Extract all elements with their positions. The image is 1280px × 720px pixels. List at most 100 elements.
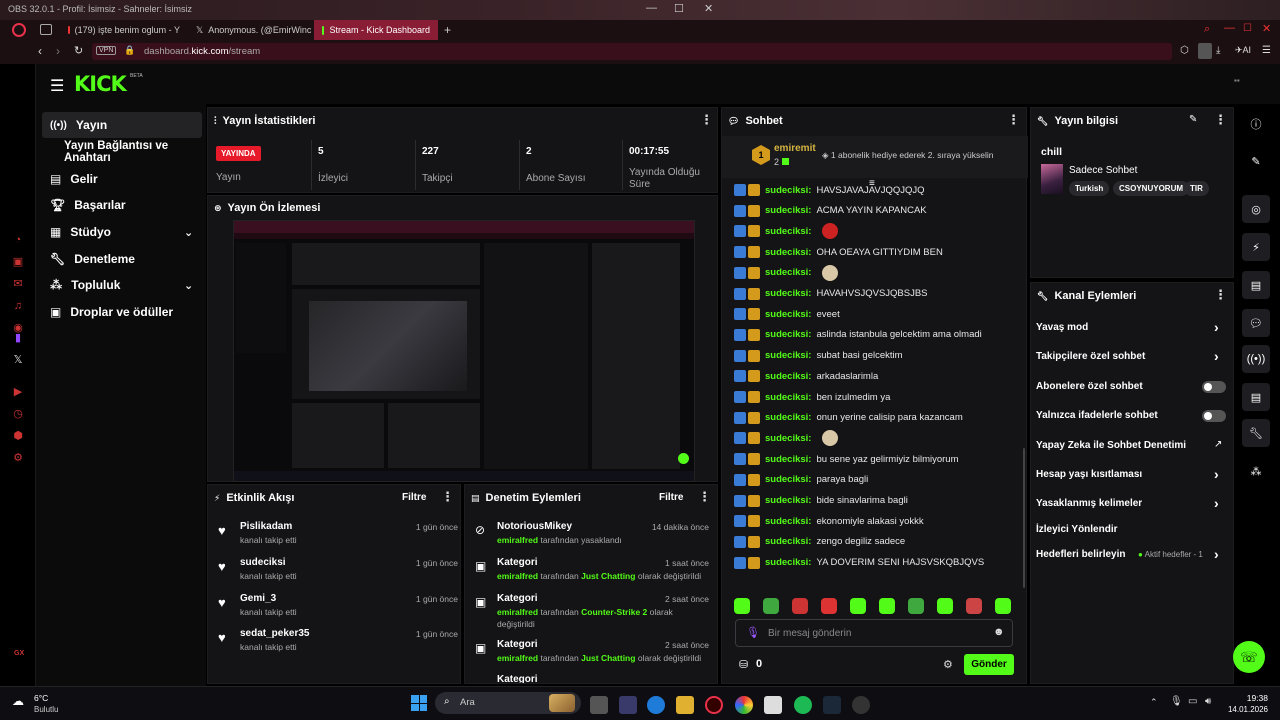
minimize-icon[interactable]: — — [1224, 22, 1235, 34]
app-icon[interactable] — [619, 696, 637, 714]
document-icon[interactable]: ▤ — [1242, 271, 1270, 299]
emote-icon[interactable] — [821, 598, 837, 614]
spotify-icon[interactable] — [794, 696, 812, 714]
camera-icon[interactable]: ◎ — [1242, 195, 1270, 223]
clock-date[interactable]: 14.01.2026 — [1222, 705, 1268, 714]
music-icon[interactable]: ♫ — [10, 298, 26, 314]
nav-item-denetleme[interactable]: 🔧︎ Denetleme — [42, 246, 202, 272]
reload-icon[interactable]: ↻ — [74, 44, 83, 57]
emote-icon[interactable] — [792, 598, 808, 614]
chat-username[interactable]: sudeciksi: — [765, 454, 811, 465]
messenger-icon[interactable]: ✉ — [10, 276, 26, 292]
activity-filter-button[interactable]: Filtre — [402, 492, 426, 503]
emote-icon[interactable] — [763, 598, 779, 614]
history-icon[interactable]: ◷ — [10, 406, 26, 422]
nav-item-gelir[interactable]: ▤ Gelir — [42, 166, 202, 192]
player-icon[interactable]: ▶ — [10, 384, 26, 400]
toggle-switch[interactable] — [1202, 410, 1226, 422]
stats-menu-icon[interactable]: ⋮ — [700, 112, 713, 128]
channel-action-row[interactable]: İzleyici Yönlendir — [1036, 523, 1226, 539]
chat-username[interactable]: sudeciksi: — [765, 226, 811, 237]
chat-username[interactable]: sudeciksi: — [765, 536, 811, 547]
settings-icon[interactable]: ⚙ — [10, 450, 26, 466]
chat-username[interactable]: sudeciksi: — [765, 371, 811, 382]
weather-icon[interactable]: ☁ — [12, 694, 24, 708]
channel-action-row[interactable]: Hedefleri belirleyin › ● Aktif hedefler - … — [1036, 546, 1226, 564]
close-icon[interactable]: ✕ — [1262, 22, 1271, 35]
task-view-icon[interactable] — [590, 696, 608, 714]
send-button[interactable]: Gönder — [964, 654, 1014, 675]
weather-temp[interactable]: 6°C — [34, 693, 48, 703]
chevron-up-icon[interactable]: ⌃ — [1150, 697, 1158, 708]
chat-username[interactable]: sudeciksi: — [765, 392, 811, 403]
chat-input[interactable]: 🎙︎ Bir mesaj gönderin ☻ — [735, 619, 1013, 647]
edit-icon[interactable]: ✎ — [1242, 147, 1270, 175]
gx-corner-icon[interactable]: ▣ — [10, 254, 26, 270]
channel-actions-menu-icon[interactable]: ⋮ — [1214, 287, 1227, 303]
emote-icon[interactable] — [937, 598, 953, 614]
chat-username[interactable]: sudeciksi: — [765, 474, 811, 485]
search-tabs-icon[interactable]: ⌕ — [1204, 23, 1210, 36]
close-icon[interactable]: ✕ — [704, 2, 713, 15]
chat-username[interactable]: sudeciksi: — [765, 288, 811, 299]
bolt-icon[interactable]: ⚡︎ — [1242, 233, 1270, 261]
maximize-icon[interactable]: ☐ — [674, 2, 684, 15]
chat-username[interactable]: sudeciksi: — [765, 309, 811, 320]
moderation-menu-icon[interactable]: ⋮ — [698, 489, 711, 505]
chat-settings-icon[interactable]: ⚙ — [943, 658, 953, 671]
channel-action-row[interactable]: Yasaklanmış kelimeler › — [1036, 495, 1226, 513]
network-icon[interactable]: ▭ — [1188, 696, 1197, 707]
download-icon[interactable]: ⤓ — [1216, 45, 1220, 56]
tab-youtube[interactable]: (179) işte benim oglum - Y — [60, 20, 188, 40]
channel-action-row[interactable]: Yalnızca ifadelerle sohbet — [1036, 409, 1226, 425]
chat-username[interactable]: sudeciksi: — [765, 433, 811, 444]
nav-item-stream-key[interactable]: Yayın Bağlantısı ve Anahtarı — [42, 139, 202, 165]
nav-item-droplar[interactable]: ▣ Droplar ve ödüller — [42, 299, 202, 325]
chat-username[interactable]: sudeciksi: — [765, 267, 811, 278]
edge-icon[interactable] — [647, 696, 665, 714]
emote-icon[interactable] — [850, 598, 866, 614]
file-explorer-icon[interactable] — [676, 696, 694, 714]
chat-username[interactable]: sudeciksi: — [765, 247, 811, 258]
user-menu-icon[interactable]: ▪▪ — [1234, 76, 1240, 85]
channel-action-row[interactable]: Hesap yaşı kısıtlaması › — [1036, 466, 1226, 484]
forward-icon[interactable]: › — [56, 44, 60, 58]
stream-info-menu-icon[interactable]: ⋮ — [1214, 112, 1227, 128]
chat-scrollbar[interactable] — [1023, 448, 1025, 588]
info-icon[interactable]: ⓘ — [1242, 110, 1270, 138]
gift-icon[interactable]: ⛁ — [739, 658, 748, 671]
nav-item-yayin[interactable]: ((•)) Yayın — [42, 112, 202, 138]
twitch-icon[interactable]: ▮ — [10, 330, 26, 346]
opera-gx-icon[interactable] — [705, 696, 723, 714]
volume-icon[interactable]: 🔊︎ — [1205, 696, 1211, 707]
chat-username[interactable]: sudeciksi: — [765, 516, 811, 527]
taskbar-search[interactable]: ⌕ Ara — [435, 692, 581, 714]
nav-item-topluluk[interactable]: ⁂ Topluluk ⌄ — [42, 272, 202, 298]
chat-username[interactable]: sudeciksi: — [765, 412, 811, 423]
clock-time[interactable]: 19:38 — [1222, 693, 1268, 703]
store-icon[interactable] — [764, 696, 782, 714]
community-icon[interactable]: ⁂ — [1242, 457, 1270, 485]
chat-username[interactable]: sudeciksi: — [765, 205, 811, 216]
tab-x[interactable]: 𝕏 Anonymous. (@EmirWinc — [188, 20, 314, 40]
channel-action-row[interactable]: Abonelere özel sohbet — [1036, 380, 1226, 396]
pinned-user[interactable]: emiremit — [774, 143, 816, 154]
extensions-icon[interactable]: ⬢ — [10, 428, 26, 444]
nav-item-basarilar[interactable]: 🏆︎ Başarılar — [42, 192, 202, 218]
chat-username[interactable]: sudeciksi: — [765, 350, 811, 361]
workspaces-icon[interactable] — [40, 24, 52, 35]
maximize-icon[interactable]: ☐ — [1243, 23, 1252, 34]
channel-action-row[interactable]: Yavaş mod › — [1036, 319, 1226, 337]
steam-icon[interactable] — [823, 696, 841, 714]
emoji-icon[interactable]: ☻ — [993, 626, 1005, 638]
category-name[interactable]: Sadece Sohbet — [1069, 165, 1137, 176]
chat-icon[interactable]: 💬︎ — [1242, 309, 1270, 337]
x-icon[interactable]: 𝕏 — [10, 352, 26, 368]
chat-username[interactable]: sudeciksi: — [765, 557, 811, 568]
emote-icon[interactable] — [995, 598, 1011, 614]
activity-menu-icon[interactable]: ⋮ — [441, 489, 454, 505]
chat-username[interactable]: sudeciksi: — [765, 329, 811, 340]
chat-username[interactable]: sudeciksi: — [765, 185, 811, 196]
tag-chip[interactable]: CSOYNUYORUM — [1113, 181, 1190, 196]
ai-button[interactable]: ✈AI — [1235, 45, 1251, 56]
